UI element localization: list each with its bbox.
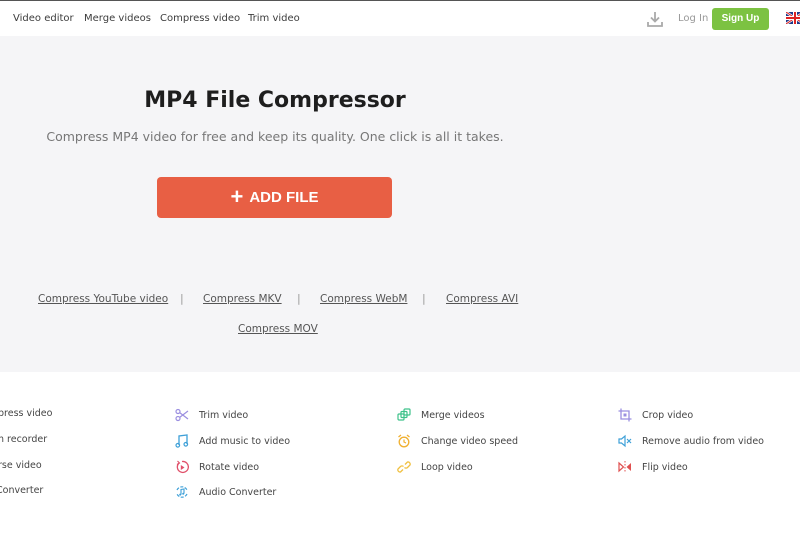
- tool-label: press video: [0, 408, 53, 419]
- tools-section: [0, 372, 800, 533]
- tool-compress-video[interactable]: press video: [0, 408, 52, 419]
- tool-loop-video[interactable]: Loop video: [397, 460, 473, 474]
- download-icon[interactable]: [646, 10, 664, 28]
- crop-icon: [618, 408, 632, 422]
- merge-icon: [397, 408, 411, 421]
- tool-crop-video[interactable]: Crop video: [618, 408, 693, 422]
- music-note-icon: [175, 434, 189, 448]
- tool-label: Loop video: [421, 461, 473, 473]
- tool-trim-video[interactable]: Trim video: [175, 408, 248, 422]
- tool-label: Crop video: [642, 409, 694, 421]
- mute-icon: [618, 434, 632, 448]
- link-compress-webm[interactable]: Compress WebM: [320, 293, 407, 305]
- link-compress-avi[interactable]: Compress AVI: [446, 293, 518, 305]
- tool-label: Converter: [0, 485, 44, 496]
- add-file-label: ADD FILE: [249, 189, 319, 206]
- tool-video-converter[interactable]: Converter: [0, 485, 43, 496]
- nav-compress-video[interactable]: Compress video: [160, 13, 240, 24]
- tool-label: Add music to video: [199, 435, 291, 447]
- link-compress-mov[interactable]: Compress MOV: [238, 323, 318, 335]
- link-compress-mkv[interactable]: Compress MKV: [203, 293, 282, 305]
- tool-label: Audio Converter: [199, 486, 277, 498]
- link-separator: |: [422, 292, 426, 305]
- top-navigation-bar: Video editor Merge videos Compress video…: [0, 0, 800, 36]
- tool-audio-converter[interactable]: Audio Converter: [175, 485, 276, 499]
- audio-convert-icon: [176, 486, 188, 498]
- page-subtitle: Compress MP4 video for free and keep its…: [46, 129, 504, 144]
- login-link[interactable]: Log In: [678, 13, 708, 24]
- rotate-icon: [176, 460, 189, 474]
- tool-remove-audio[interactable]: Remove audio from video: [618, 434, 764, 448]
- tool-label: Trim video: [199, 409, 249, 421]
- tool-change-speed[interactable]: Change video speed: [397, 434, 518, 448]
- signup-button[interactable]: Sign Up: [712, 8, 769, 30]
- nav-merge-videos[interactable]: Merge videos: [84, 13, 151, 24]
- tool-label: rse video: [0, 460, 42, 471]
- nav-video-editor[interactable]: Video editor: [13, 13, 74, 24]
- tool-flip-video[interactable]: Flip video: [618, 460, 688, 474]
- tool-add-music[interactable]: Add music to video: [175, 434, 290, 448]
- tool-screen-recorder[interactable]: n recorder: [0, 434, 47, 445]
- page-title: MP4 File Compressor: [144, 88, 406, 113]
- tool-label: Rotate video: [199, 461, 260, 473]
- link-icon: [397, 461, 411, 473]
- tool-label: Flip video: [642, 461, 688, 473]
- add-file-button[interactable]: + ADD FILE: [157, 177, 392, 218]
- flip-icon: [618, 461, 631, 473]
- link-separator: |: [297, 292, 301, 305]
- alarm-clock-icon: [398, 434, 410, 448]
- scissors-icon: [175, 408, 189, 422]
- tool-label: Merge videos: [421, 409, 485, 421]
- tool-merge-videos[interactable]: Merge videos: [397, 408, 485, 422]
- tool-label: Change video speed: [421, 435, 519, 447]
- link-separator: |: [180, 292, 184, 305]
- plus-icon: +: [230, 183, 244, 209]
- uk-flag-icon[interactable]: [786, 12, 800, 24]
- tool-label: Remove audio from video: [642, 435, 764, 447]
- tool-reverse-video[interactable]: rse video: [0, 460, 42, 471]
- tool-rotate-video[interactable]: Rotate video: [175, 460, 259, 474]
- nav-trim-video[interactable]: Trim video: [248, 13, 300, 24]
- tool-label: n recorder: [0, 434, 48, 445]
- hero-section: [0, 36, 800, 372]
- link-compress-youtube[interactable]: Compress YouTube video: [38, 293, 168, 305]
